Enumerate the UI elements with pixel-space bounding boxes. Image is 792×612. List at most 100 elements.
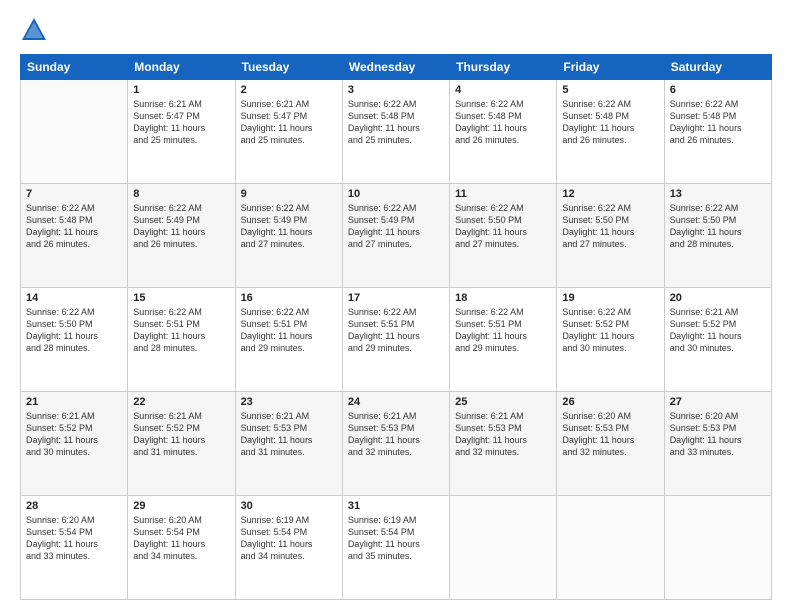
day-info: Sunrise: 6:20 AM Sunset: 5:54 PM Dayligh… (26, 514, 122, 563)
day-info: Sunrise: 6:22 AM Sunset: 5:48 PM Dayligh… (26, 202, 122, 251)
day-number: 7 (26, 188, 122, 200)
day-info: Sunrise: 6:21 AM Sunset: 5:52 PM Dayligh… (26, 410, 122, 459)
day-info: Sunrise: 6:20 AM Sunset: 5:53 PM Dayligh… (562, 410, 658, 459)
calendar-cell: 1 Sunrise: 6:21 AM Sunset: 5:47 PM Daylig… (128, 80, 235, 184)
day-info: Sunrise: 6:22 AM Sunset: 5:49 PM Dayligh… (348, 202, 444, 251)
day-number: 2 (241, 84, 337, 96)
day-number: 31 (348, 500, 444, 512)
day-number: 16 (241, 292, 337, 304)
day-number: 23 (241, 396, 337, 408)
header (20, 16, 772, 44)
day-info: Sunrise: 6:20 AM Sunset: 5:54 PM Dayligh… (133, 514, 229, 563)
calendar-cell: 15Sunrise: 6:22 AM Sunset: 5:51 PM Dayli… (128, 288, 235, 392)
calendar-cell: 16Sunrise: 6:22 AM Sunset: 5:51 PM Dayli… (235, 288, 342, 392)
day-number: 25 (455, 396, 551, 408)
day-info: Sunrise: 6:20 AM Sunset: 5:53 PM Dayligh… (670, 410, 766, 459)
day-number: 18 (455, 292, 551, 304)
day-number: 9 (241, 188, 337, 200)
day-info: Sunrise: 6:22 AM Sunset: 5:49 PM Dayligh… (241, 202, 337, 251)
day-number: 10 (348, 188, 444, 200)
calendar-cell: 27 Sunrise: 6:20 AM Sunset: 5:53 PM Dayli… (664, 392, 771, 496)
calendar-cell: 4 Sunrise: 6:22 AM Sunset: 5:48 PM Daylig… (450, 80, 557, 184)
calendar-cell: 6 Sunrise: 6:22 AM Sunset: 5:48 PM Daylig… (664, 80, 771, 184)
day-info: Sunrise: 6:22 AM Sunset: 5:50 PM Dayligh… (562, 202, 658, 251)
day-number: 12 (562, 188, 658, 200)
day-number: 13 (670, 188, 766, 200)
day-number: 28 (26, 500, 122, 512)
day-info: Sunrise: 6:21 AM Sunset: 5:47 PM Dayligh… (241, 98, 337, 147)
calendar-cell (557, 496, 664, 600)
day-info: Sunrise: 6:19 AM Sunset: 5:54 PM Dayligh… (241, 514, 337, 563)
calendar-cell: 3 Sunrise: 6:22 AM Sunset: 5:48 PM Daylig… (342, 80, 449, 184)
day-info: Sunrise: 6:22 AM Sunset: 5:50 PM Dayligh… (26, 306, 122, 355)
logo-icon (20, 16, 48, 44)
calendar-cell: 24Sunrise: 6:21 AM Sunset: 5:53 PM Dayli… (342, 392, 449, 496)
col-header-saturday: Saturday (664, 55, 771, 80)
day-number: 29 (133, 500, 229, 512)
calendar-page: SundayMondayTuesdayWednesdayThursdayFrid… (0, 0, 792, 612)
day-number: 14 (26, 292, 122, 304)
day-number: 27 (670, 396, 766, 408)
day-number: 30 (241, 500, 337, 512)
day-info: Sunrise: 6:22 AM Sunset: 5:51 PM Dayligh… (455, 306, 551, 355)
day-info: Sunrise: 6:22 AM Sunset: 5:52 PM Dayligh… (562, 306, 658, 355)
day-number: 20 (670, 292, 766, 304)
day-info: Sunrise: 6:22 AM Sunset: 5:48 PM Dayligh… (348, 98, 444, 147)
day-info: Sunrise: 6:22 AM Sunset: 5:51 PM Dayligh… (133, 306, 229, 355)
calendar-cell: 8 Sunrise: 6:22 AM Sunset: 5:49 PM Daylig… (128, 184, 235, 288)
day-info: Sunrise: 6:22 AM Sunset: 5:50 PM Dayligh… (455, 202, 551, 251)
day-number: 19 (562, 292, 658, 304)
day-info: Sunrise: 6:19 AM Sunset: 5:54 PM Dayligh… (348, 514, 444, 563)
calendar-cell: 10 Sunrise: 6:22 AM Sunset: 5:49 PM Dayli… (342, 184, 449, 288)
calendar-cell: 13Sunrise: 6:22 AM Sunset: 5:50 PM Dayli… (664, 184, 771, 288)
calendar-week-3: 14 Sunrise: 6:22 AM Sunset: 5:50 PM Dayli… (21, 288, 772, 392)
calendar-week-2: 7 Sunrise: 6:22 AM Sunset: 5:48 PM Daylig… (21, 184, 772, 288)
day-info: Sunrise: 6:22 AM Sunset: 5:51 PM Dayligh… (348, 306, 444, 355)
day-number: 5 (562, 84, 658, 96)
calendar-cell (21, 80, 128, 184)
calendar-cell: 17Sunrise: 6:22 AM Sunset: 5:51 PM Dayli… (342, 288, 449, 392)
calendar-cell: 12 Sunrise: 6:22 AM Sunset: 5:50 PM Dayli… (557, 184, 664, 288)
calendar-cell: 23 Sunrise: 6:21 AM Sunset: 5:53 PM Dayli… (235, 392, 342, 496)
calendar-cell: 26 Sunrise: 6:20 AM Sunset: 5:53 PM Dayli… (557, 392, 664, 496)
calendar-cell: 11 Sunrise: 6:22 AM Sunset: 5:50 PM Dayli… (450, 184, 557, 288)
col-header-friday: Friday (557, 55, 664, 80)
calendar-header-row: SundayMondayTuesdayWednesdayThursdayFrid… (21, 55, 772, 80)
calendar-cell: 29 Sunrise: 6:20 AM Sunset: 5:54 PM Dayli… (128, 496, 235, 600)
day-number: 8 (133, 188, 229, 200)
col-header-tuesday: Tuesday (235, 55, 342, 80)
calendar-cell: 19 Sunrise: 6:22 AM Sunset: 5:52 PM Dayli… (557, 288, 664, 392)
day-info: Sunrise: 6:22 AM Sunset: 5:49 PM Dayligh… (133, 202, 229, 251)
calendar-cell: 22 Sunrise: 6:21 AM Sunset: 5:52 PM Dayli… (128, 392, 235, 496)
day-number: 6 (670, 84, 766, 96)
day-number: 11 (455, 188, 551, 200)
day-info: Sunrise: 6:21 AM Sunset: 5:53 PM Dayligh… (241, 410, 337, 459)
calendar-cell: 28 Sunrise: 6:20 AM Sunset: 5:54 PM Dayli… (21, 496, 128, 600)
col-header-monday: Monday (128, 55, 235, 80)
col-header-wednesday: Wednesday (342, 55, 449, 80)
calendar-cell: 25Sunrise: 6:21 AM Sunset: 5:53 PM Dayli… (450, 392, 557, 496)
day-number: 1 (133, 84, 229, 96)
calendar-week-1: 1 Sunrise: 6:21 AM Sunset: 5:47 PM Daylig… (21, 80, 772, 184)
day-number: 21 (26, 396, 122, 408)
day-number: 4 (455, 84, 551, 96)
calendar-cell: 14 Sunrise: 6:22 AM Sunset: 5:50 PM Dayli… (21, 288, 128, 392)
calendar-table: SundayMondayTuesdayWednesdayThursdayFrid… (20, 54, 772, 600)
day-number: 3 (348, 84, 444, 96)
day-info: Sunrise: 6:21 AM Sunset: 5:52 PM Dayligh… (133, 410, 229, 459)
col-header-sunday: Sunday (21, 55, 128, 80)
day-info: Sunrise: 6:21 AM Sunset: 5:47 PM Dayligh… (133, 98, 229, 147)
day-info: Sunrise: 6:21 AM Sunset: 5:53 PM Dayligh… (348, 410, 444, 459)
calendar-cell (664, 496, 771, 600)
day-info: Sunrise: 6:22 AM Sunset: 5:48 PM Dayligh… (455, 98, 551, 147)
logo (20, 16, 52, 44)
day-number: 26 (562, 396, 658, 408)
day-info: Sunrise: 6:21 AM Sunset: 5:52 PM Dayligh… (670, 306, 766, 355)
calendar-cell (450, 496, 557, 600)
day-info: Sunrise: 6:22 AM Sunset: 5:48 PM Dayligh… (670, 98, 766, 147)
calendar-cell: 18 Sunrise: 6:22 AM Sunset: 5:51 PM Dayli… (450, 288, 557, 392)
calendar-cell: 2 Sunrise: 6:21 AM Sunset: 5:47 PM Daylig… (235, 80, 342, 184)
calendar-cell: 9 Sunrise: 6:22 AM Sunset: 5:49 PM Daylig… (235, 184, 342, 288)
day-number: 22 (133, 396, 229, 408)
col-header-thursday: Thursday (450, 55, 557, 80)
